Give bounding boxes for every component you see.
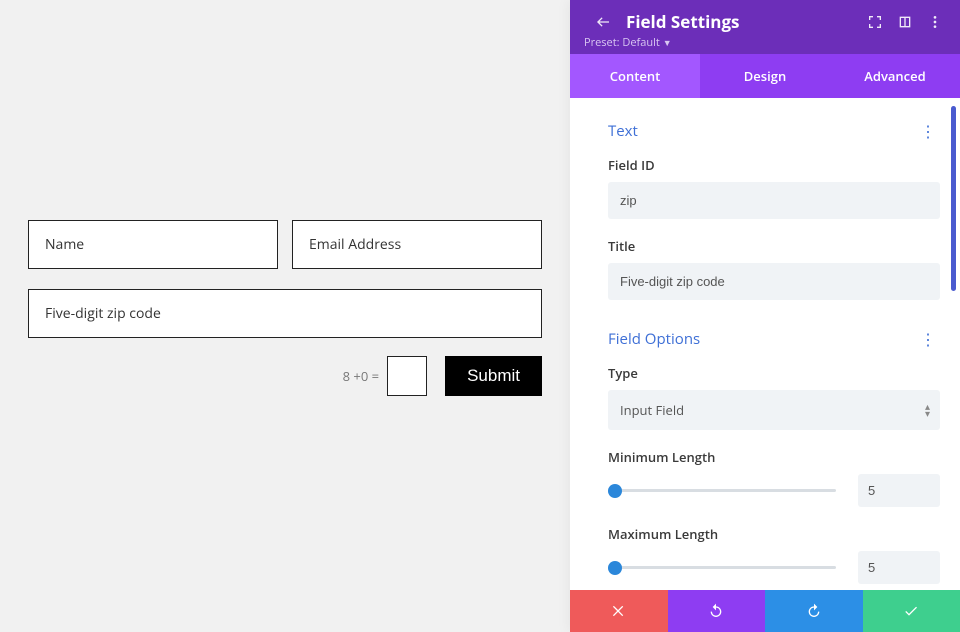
section-text-kebab-icon[interactable]: ⋮ — [916, 120, 940, 142]
close-icon — [611, 603, 627, 619]
zip-field[interactable]: Five-digit zip code — [28, 289, 542, 338]
section-options-title[interactable]: Field Options — [608, 329, 700, 349]
panel-header: Field Settings Preset: Default▼ — [570, 0, 960, 54]
max-length-slider[interactable] — [608, 559, 836, 577]
panel-body: Text ⋮ Field ID Title Field Options ⋮ Ty… — [570, 98, 960, 590]
panel-title: Field Settings — [626, 10, 740, 33]
type-label: Type — [608, 364, 940, 382]
redo-icon — [806, 603, 822, 619]
name-field[interactable]: Name — [28, 220, 278, 269]
captcha-input[interactable] — [387, 356, 427, 396]
title-label: Title — [608, 237, 940, 255]
type-value: Input Field — [608, 390, 940, 430]
field-id-input[interactable] — [608, 182, 940, 219]
panel-kebab-icon[interactable] — [924, 11, 946, 33]
undo-icon — [708, 603, 724, 619]
min-length-value[interactable] — [858, 474, 940, 507]
save-button[interactable] — [863, 590, 960, 632]
panel-layout-icon[interactable] — [894, 11, 916, 33]
redo-button[interactable] — [765, 590, 863, 632]
panel-footer — [570, 590, 960, 632]
min-length-label: Minimum Length — [608, 448, 940, 466]
email-field[interactable]: Email Address — [292, 220, 542, 269]
section-text-title[interactable]: Text — [608, 121, 638, 141]
form-canvas: Name Email Address Five-digit zip code 8… — [0, 0, 570, 632]
panel-tabs: Content Design Advanced — [570, 54, 960, 98]
tab-content[interactable]: Content — [570, 54, 700, 98]
expand-icon[interactable] — [864, 11, 886, 33]
check-icon — [903, 603, 919, 619]
field-id-label: Field ID — [608, 156, 940, 174]
max-length-value[interactable] — [858, 551, 940, 584]
title-input[interactable] — [608, 263, 940, 300]
cancel-button[interactable] — [570, 590, 668, 632]
tab-design[interactable]: Design — [700, 54, 830, 98]
preset-label: Preset: Default — [584, 35, 660, 50]
chevron-down-icon: ▼ — [663, 36, 672, 49]
undo-button[interactable] — [668, 590, 766, 632]
section-options-kebab-icon[interactable]: ⋮ — [916, 328, 940, 350]
settings-panel: Field Settings Preset: Default▼ Content … — [570, 0, 960, 632]
preset-selector[interactable]: Preset: Default▼ — [584, 35, 946, 50]
tab-advanced[interactable]: Advanced — [830, 54, 960, 98]
type-select[interactable]: Input Field ▴▾ — [608, 390, 940, 430]
min-length-slider[interactable] — [608, 482, 836, 500]
submit-button[interactable]: Submit — [445, 356, 542, 396]
max-length-label: Maximum Length — [608, 525, 940, 543]
captcha-label: 8 +0 = — [343, 367, 380, 385]
back-icon[interactable] — [592, 11, 614, 33]
